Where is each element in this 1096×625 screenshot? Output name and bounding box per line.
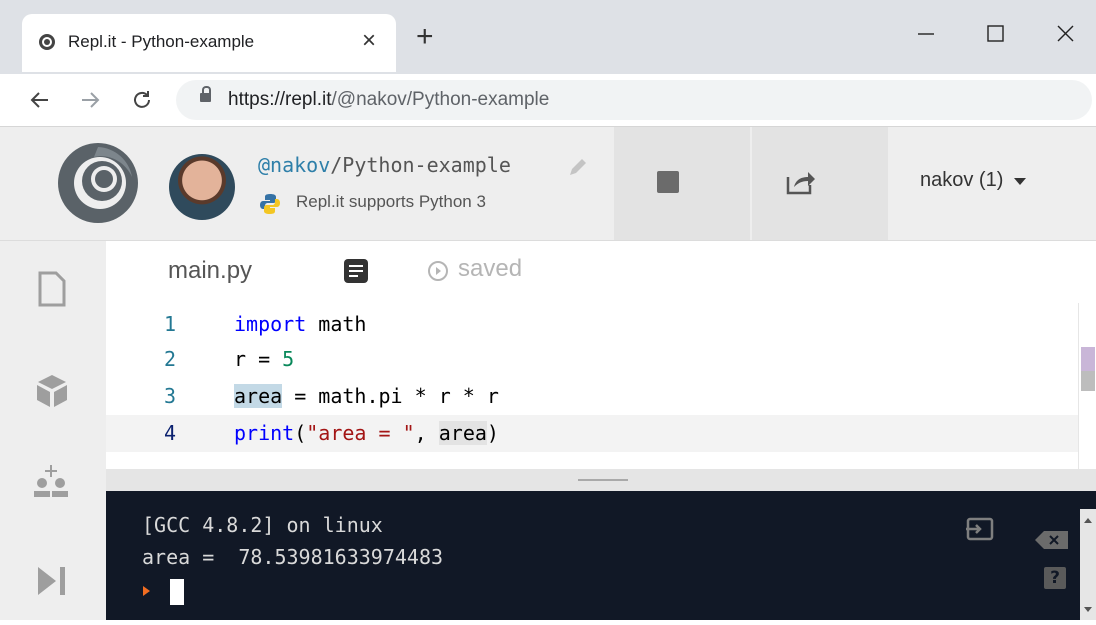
tab-title: Repl.it - Python-example bbox=[68, 32, 255, 51]
repl-header: @nakov/Python-example Repl.it supports P… bbox=[0, 127, 1096, 241]
code-text: area = math.pi * r * r bbox=[234, 384, 499, 408]
python-logo-icon bbox=[260, 194, 280, 214]
stop-button[interactable] bbox=[614, 127, 750, 240]
editor-scrollbar[interactable] bbox=[1078, 303, 1096, 469]
new-tab-icon[interactable]: + bbox=[416, 22, 434, 52]
account-menu[interactable]: nakov (1) bbox=[920, 169, 1027, 192]
repl-title[interactable]: @nakov/Python-example bbox=[258, 153, 511, 177]
language-subtitle: Repl.it supports Python 3 bbox=[296, 192, 486, 211]
share-icon bbox=[786, 172, 815, 195]
console-output-line: area = 78.53981633974483 bbox=[142, 545, 444, 569]
console-panel[interactable]: [GCC 4.8.2] on linux area = 78.539816339… bbox=[106, 491, 1096, 620]
replit-logo-icon[interactable] bbox=[56, 141, 140, 225]
line-number: 4 bbox=[164, 421, 177, 445]
save-status: saved bbox=[458, 255, 523, 282]
invite-users-icon[interactable] bbox=[30, 459, 74, 503]
browser-tab-bar: Repl.it - Python-example × + bbox=[0, 0, 1096, 74]
stop-icon bbox=[657, 171, 679, 193]
console-cursor bbox=[170, 579, 184, 605]
lock-icon bbox=[200, 86, 211, 102]
code-text: r = 5 bbox=[234, 347, 295, 371]
address-bar[interactable]: https://repl.it/@nakov/Python-example bbox=[176, 80, 1092, 120]
debugger-step-icon[interactable] bbox=[30, 559, 74, 603]
splitter-handle[interactable] bbox=[578, 479, 628, 481]
edit-pencil-icon[interactable] bbox=[566, 155, 590, 179]
forward-arrow-icon[interactable] bbox=[78, 88, 102, 112]
maximize-icon[interactable] bbox=[966, 14, 1026, 50]
console-input-mode-icon[interactable] bbox=[964, 515, 998, 543]
editor-tab-bar: main.py saved bbox=[106, 241, 1096, 303]
code-line: 3 area = math.pi * r * r bbox=[106, 378, 1078, 415]
scroll-thumb[interactable] bbox=[1081, 371, 1095, 391]
code-text: print("area = ", area) bbox=[234, 421, 499, 445]
sidebar bbox=[0, 241, 106, 620]
minimize-icon[interactable] bbox=[896, 14, 956, 50]
code-line-current: 4 print("area = ", area) bbox=[106, 415, 1078, 452]
console-scrollbar[interactable] bbox=[1080, 509, 1096, 620]
line-number: 2 bbox=[164, 347, 177, 371]
url-text: https://repl.it/@nakov/Python-example bbox=[228, 89, 550, 110]
format-document-icon[interactable] bbox=[344, 259, 368, 283]
user-avatar[interactable] bbox=[169, 154, 235, 220]
panel-splitter[interactable] bbox=[106, 469, 1096, 491]
back-arrow-icon[interactable] bbox=[28, 88, 52, 112]
close-window-icon[interactable] bbox=[1036, 14, 1096, 50]
code-line: 2 r = 5 bbox=[106, 341, 1078, 378]
tab-close-icon[interactable]: × bbox=[362, 28, 376, 54]
files-icon[interactable] bbox=[30, 267, 74, 311]
packages-icon[interactable] bbox=[30, 369, 74, 413]
share-button[interactable] bbox=[752, 127, 888, 240]
file-tab-main-py[interactable]: main.py bbox=[168, 257, 252, 285]
code-text: import math bbox=[234, 312, 367, 336]
code-editor[interactable]: 1 import math 2 r = 5 3 area = math.pi *… bbox=[106, 303, 1078, 469]
line-number: 1 bbox=[164, 312, 177, 336]
line-number: 3 bbox=[164, 384, 177, 408]
browser-tab[interactable]: Repl.it - Python-example × bbox=[22, 14, 396, 72]
reload-icon[interactable] bbox=[130, 88, 154, 112]
browser-toolbar: https://repl.it/@nakov/Python-example bbox=[0, 74, 1096, 127]
code-line: 1 import math bbox=[106, 306, 1078, 343]
prompt-chevron-icon bbox=[143, 586, 150, 596]
console-output-line: [GCC 4.8.2] on linux bbox=[142, 513, 383, 537]
clear-console-icon[interactable] bbox=[1034, 529, 1070, 551]
replit-favicon-icon bbox=[39, 34, 55, 50]
chevron-down-icon bbox=[1013, 178, 1026, 185]
history-icon[interactable] bbox=[426, 259, 450, 283]
help-icon[interactable]: ? bbox=[1044, 567, 1066, 589]
